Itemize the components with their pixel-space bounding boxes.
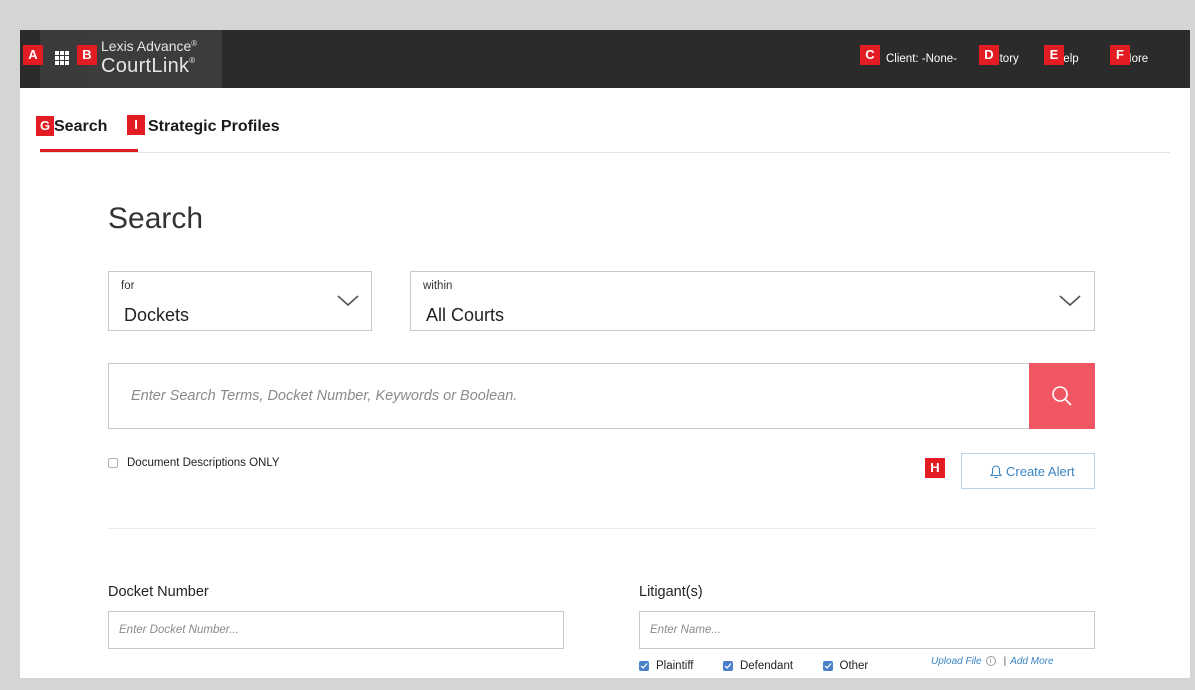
litigant-role-options: Plaintiff Defendant Other [639,657,893,673]
marker-d: D [979,45,999,65]
litigant-actions: Upload File i | Add More [931,656,1054,667]
marker-h: H [925,458,945,478]
document-descriptions-checkbox[interactable] [108,457,118,468]
create-alert-button[interactable]: Create Alert [961,453,1095,489]
marker-c: C [860,45,880,65]
marker-i: I [127,115,145,135]
client-selector[interactable]: Client: -None- [886,53,957,65]
tab-strategic-profiles[interactable]: Strategic Profiles [148,118,280,136]
within-select[interactable]: within All Courts [410,271,1095,331]
litigants-label: Litigant(s) [639,584,703,600]
link-separator: | [1003,656,1007,667]
marker-b: B [77,45,97,65]
other-label: Other [839,659,869,672]
document-descriptions-label: Document Descriptions ONLY [127,456,280,469]
for-select-value: Dockets [124,305,190,325]
docket-number-input[interactable] [108,611,564,649]
check-icon [640,662,648,669]
plaintiff-label: Plaintiff [656,659,694,672]
section-divider [108,528,1095,529]
defendant-label: Defendant [739,659,794,672]
info-icon[interactable]: i [985,656,996,667]
check-icon [724,662,732,669]
marker-g: G [36,116,54,136]
litigant-name-input[interactable] [639,611,1095,649]
chevron-down-icon [337,295,359,307]
apps-grid-icon[interactable] [55,51,69,65]
create-alert-label: Create Alert [1006,464,1075,479]
plaintiff-checkbox[interactable] [639,660,649,671]
search-bar [108,363,1095,429]
tab-search[interactable]: Search [54,118,107,136]
brand-name-line1: Lexis Advance® [101,38,198,54]
tab-divider [40,152,1170,153]
brand-name-line2: CourtLink® [101,55,196,77]
chevron-down-icon [1059,295,1081,307]
within-select-label: within [423,280,453,292]
within-select-value: All Courts [426,305,505,325]
for-select[interactable]: for Dockets [108,271,372,331]
marker-f: F [1110,45,1130,65]
add-more-link[interactable]: Add More [1010,656,1053,667]
other-checkbox[interactable] [822,660,833,671]
check-icon [824,662,831,669]
docket-number-label: Docket Number [108,584,209,600]
bell-icon [990,465,1002,479]
page-title: Search [108,202,204,235]
upload-file-link[interactable]: Upload File [931,656,982,667]
marker-a: A [23,45,43,65]
top-bar: Lexis Advance® CourtLink® Client: -None-… [20,30,1190,88]
defendant-option[interactable]: Defendant [722,657,794,675]
search-icon [1052,386,1072,406]
marker-e: E [1044,45,1064,65]
defendant-checkbox[interactable] [722,660,733,671]
search-input[interactable] [109,364,1029,428]
app-frame: Lexis Advance® CourtLink® Client: -None-… [20,30,1190,678]
search-button[interactable] [1029,363,1095,429]
for-select-label: for [121,280,135,292]
other-option[interactable]: Other [822,657,869,675]
document-descriptions-option[interactable]: Document Descriptions ONLY [108,454,280,470]
plaintiff-option[interactable]: Plaintiff [639,657,694,675]
